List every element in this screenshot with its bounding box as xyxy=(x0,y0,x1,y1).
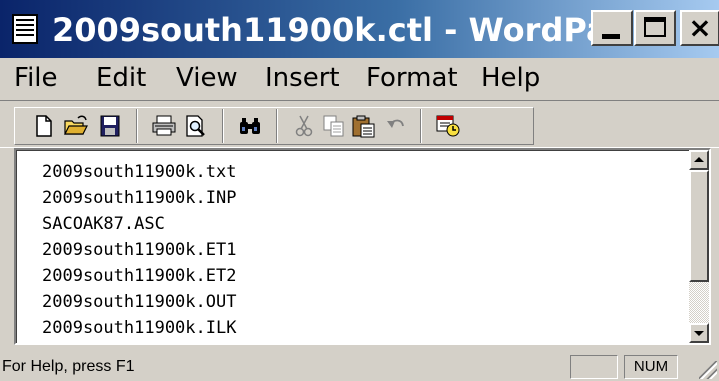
document-line: 2009south11900k.ET2 xyxy=(42,266,237,286)
insert-datetime-button[interactable] xyxy=(434,111,462,141)
window-title: 2009south11900k.ctl - WordPad xyxy=(52,11,631,49)
open-button[interactable] xyxy=(62,111,90,141)
wordpad-window: 2009south11900k.ctl - WordPad × File Edi… xyxy=(0,0,719,381)
close-icon: × xyxy=(688,11,712,44)
wordpad-document-icon[interactable] xyxy=(12,14,38,44)
status-help-text: For Help, press F1 xyxy=(2,358,135,375)
document-line: 2009south11900k.ET1 xyxy=(42,240,237,260)
print-icon xyxy=(152,115,176,136)
find-button[interactable] xyxy=(236,111,264,141)
save-button[interactable] xyxy=(96,111,124,141)
maximize-icon xyxy=(644,17,666,37)
undo-icon xyxy=(387,119,404,128)
print-button[interactable] xyxy=(150,111,178,141)
document-line: 2009south11900k.OUT xyxy=(42,292,237,312)
maximize-button[interactable] xyxy=(634,10,676,46)
open-icon xyxy=(64,115,88,135)
menu-help[interactable]: Help xyxy=(481,62,540,94)
print-preview-icon xyxy=(186,115,205,137)
menu-edit[interactable]: Edit xyxy=(96,62,146,94)
menu-view[interactable]: View xyxy=(176,62,238,94)
cut-button[interactable] xyxy=(290,111,318,141)
menu-format[interactable]: Format xyxy=(366,62,458,94)
toolbar xyxy=(0,100,719,148)
copy-icon xyxy=(323,115,344,137)
find-icon xyxy=(240,118,260,134)
insert-datetime-icon xyxy=(436,115,460,137)
new-icon xyxy=(36,115,52,137)
new-button[interactable] xyxy=(30,111,58,141)
scroll-thumb[interactable] xyxy=(689,170,709,282)
paste-icon xyxy=(352,115,375,138)
arrow-down-icon xyxy=(694,331,704,336)
document-line: SACOAK87.ASC xyxy=(42,214,165,234)
menu-file[interactable]: File xyxy=(14,62,58,94)
copy-button[interactable] xyxy=(320,111,348,141)
scroll-up-button[interactable] xyxy=(689,150,709,170)
minimize-icon xyxy=(602,34,620,39)
print-preview-button[interactable] xyxy=(182,111,210,141)
toolbar-separator xyxy=(420,109,422,143)
status-bar: For Help, press F1 NUM xyxy=(0,351,719,381)
close-button[interactable]: × xyxy=(680,10,719,46)
arrow-up-icon xyxy=(694,157,704,162)
document-line: 2009south11900k.ILK xyxy=(42,318,237,338)
document-line: 2009south11900k.txt xyxy=(42,162,237,182)
save-icon xyxy=(100,115,120,137)
minimize-button[interactable] xyxy=(591,10,633,46)
title-bar[interactable]: 2009south11900k.ctl - WordPad × xyxy=(0,0,719,58)
document-area[interactable]: 2009south11900k.txt 2009south11900k.INP … xyxy=(14,148,711,345)
status-num-pane: NUM xyxy=(624,355,678,379)
cut-icon xyxy=(295,115,313,137)
scroll-down-button[interactable] xyxy=(689,323,709,343)
menu-bar: File Edit View Insert Format Help xyxy=(0,58,719,98)
toolbar-separator xyxy=(276,109,278,143)
toolbar-separator xyxy=(222,109,224,143)
undo-button[interactable] xyxy=(382,111,410,141)
document-text[interactable]: 2009south11900k.txt 2009south11900k.INP … xyxy=(16,150,692,343)
status-caps-pane xyxy=(570,355,618,379)
paste-button[interactable] xyxy=(350,111,378,141)
menu-insert[interactable]: Insert xyxy=(265,62,340,94)
resize-grip-icon[interactable] xyxy=(699,361,717,379)
document-line: 2009south11900k.INP xyxy=(42,188,237,208)
vertical-scrollbar[interactable] xyxy=(689,150,709,343)
toolbar-separator xyxy=(136,109,138,143)
